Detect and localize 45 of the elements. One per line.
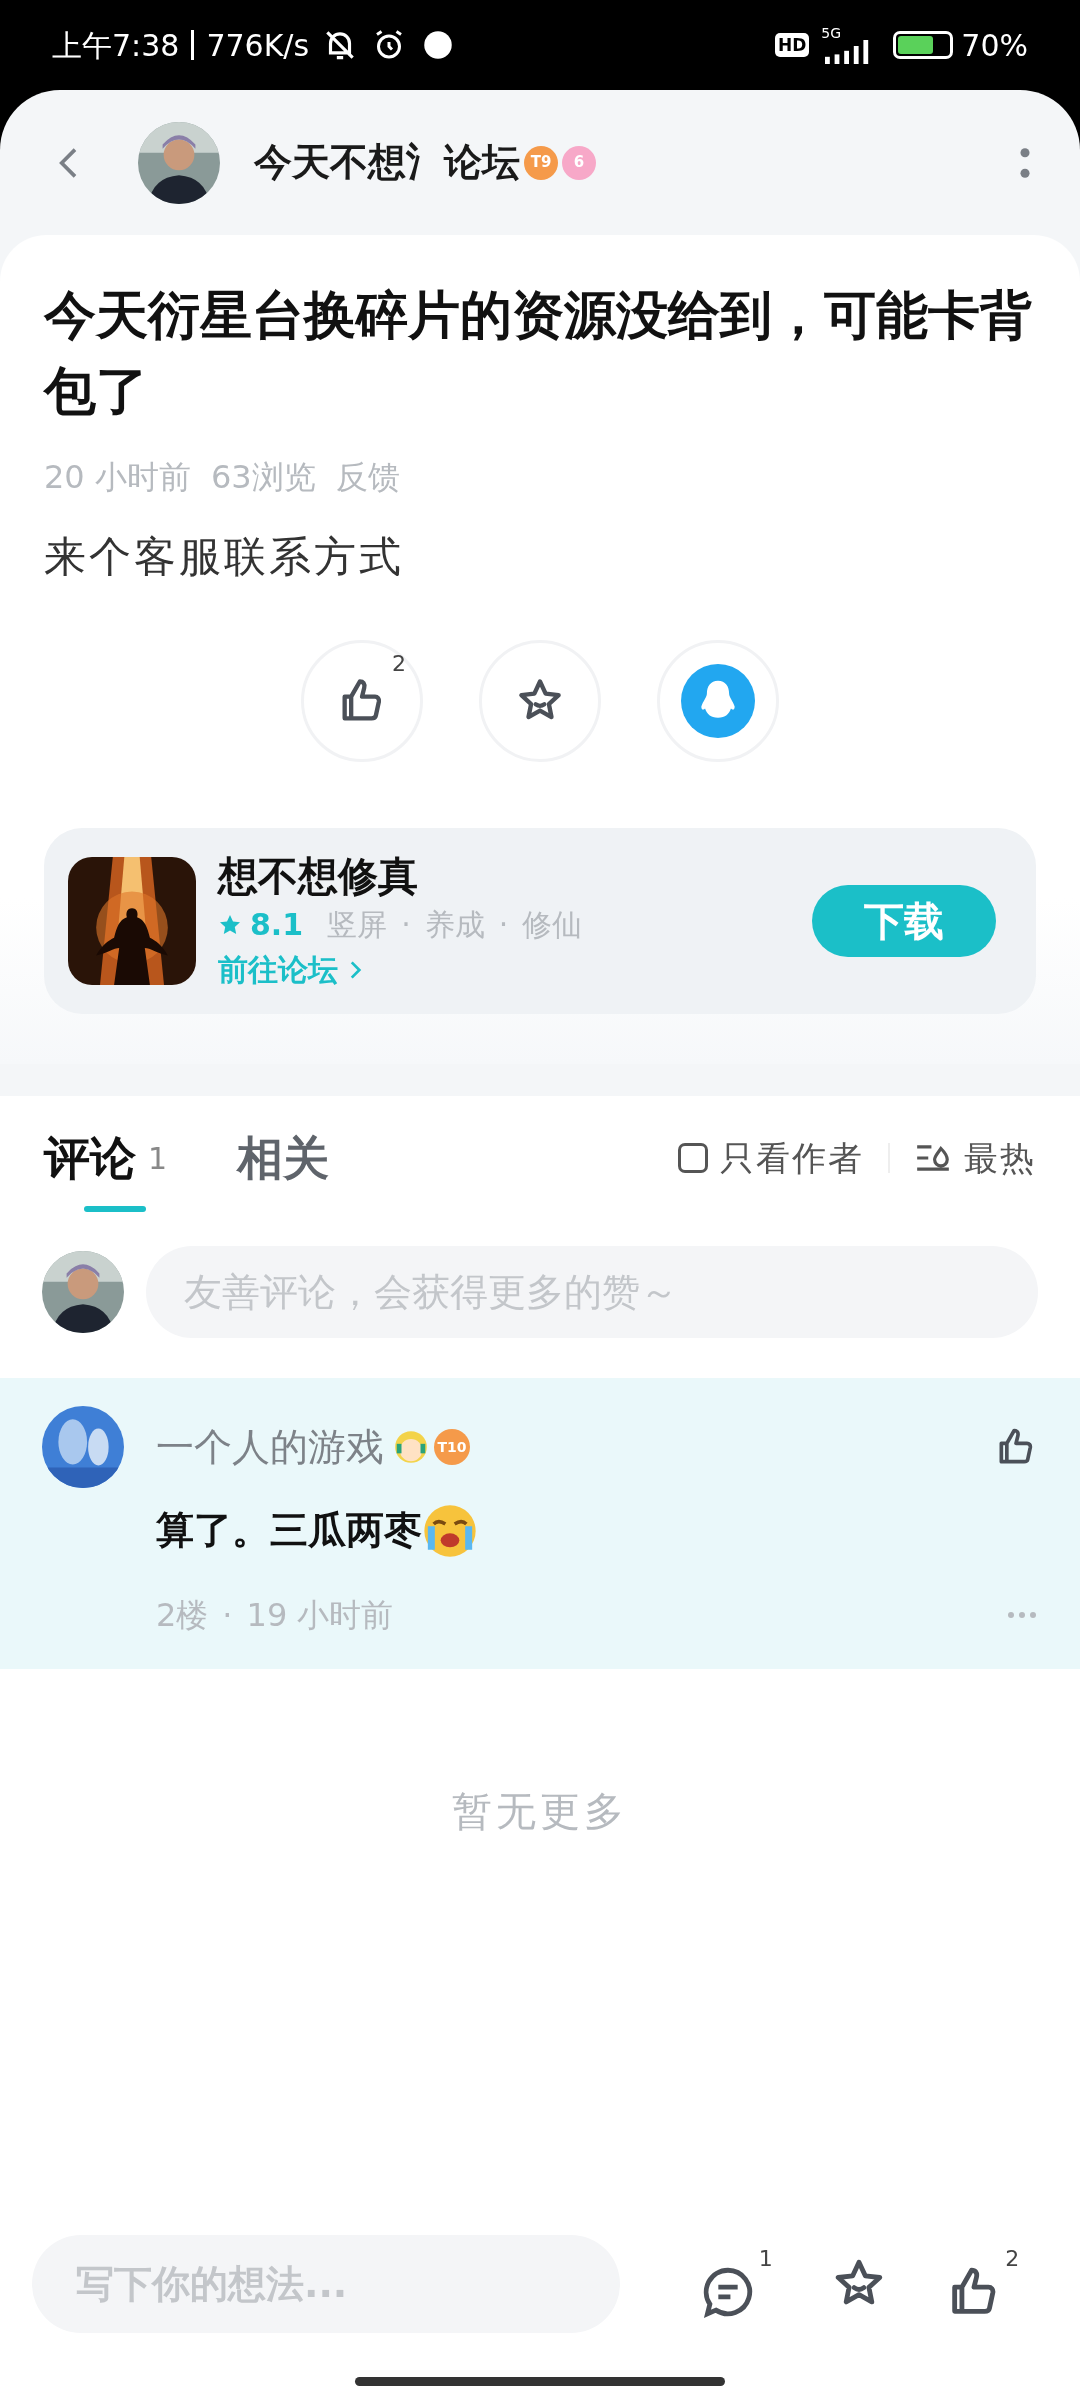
tag-separator: · xyxy=(401,906,411,944)
post-title: 今天衍星台换碎片的资源没给到，可能卡背包了 xyxy=(44,284,1033,423)
battery-icon xyxy=(893,31,954,59)
level-badge: T9 xyxy=(524,145,558,180)
app-name: 想不想修真 xyxy=(218,852,419,901)
level-badge: 6 xyxy=(562,145,596,180)
hd-badge: HD xyxy=(774,33,810,57)
post-body: 来个客服联系方式 xyxy=(44,531,405,583)
post-meta: 63浏览 xyxy=(210,457,316,498)
forum-title: 今天不想氵论坛 xyxy=(254,139,520,186)
level-badge: T10 xyxy=(434,1429,470,1465)
share-button[interactable] xyxy=(657,640,779,762)
like-count: 2 xyxy=(392,650,406,678)
penguin-icon xyxy=(681,664,755,738)
tab[interactable]: 相关 xyxy=(237,1096,330,1220)
app-tag: 竖屏 xyxy=(327,902,388,948)
crying-face-icon xyxy=(422,1502,478,1559)
like-count: 2 xyxy=(1005,2247,1020,2271)
favorite-button[interactable] xyxy=(479,640,601,762)
tab[interactable]: 评论 1 xyxy=(44,1096,168,1220)
comment-text: 算了。三瓜两枣 xyxy=(156,1507,422,1554)
app-tag: 养成 xyxy=(424,902,485,948)
comments-button[interactable]: 1 xyxy=(698,2247,773,2321)
meta-separator: · xyxy=(222,1595,233,1636)
battery-percent: 70% xyxy=(961,26,1028,65)
tag-separator: · xyxy=(498,906,509,944)
network-speed: 776K/s xyxy=(206,26,310,65)
sort-button[interactable]: 最热 xyxy=(914,1132,1036,1184)
more-icon[interactable] xyxy=(1020,145,1030,180)
app-tag: 修仙 xyxy=(522,902,583,948)
dot-icon xyxy=(423,30,454,60)
status-time: 上午7:38 xyxy=(52,26,180,65)
avatar-badge-icon xyxy=(392,1428,430,1466)
comment-username[interactable]: 一个人的游戏 xyxy=(156,1418,384,1476)
comment-time: 19 小时前 xyxy=(246,1595,394,1636)
star-icon xyxy=(218,913,242,937)
app-rating: 8.1 xyxy=(250,906,304,944)
end-of-list-text: 暂无更多 xyxy=(452,1787,628,1836)
network-type: 5G xyxy=(821,26,842,40)
post-meta: 20 小时前 xyxy=(44,457,191,498)
comment-floor: 2楼 xyxy=(156,1595,209,1636)
comment-count: 1 xyxy=(758,2247,773,2271)
author-only-checkbox[interactable]: 只看作者 xyxy=(678,1132,864,1184)
like-button[interactable]: 2 xyxy=(301,640,423,762)
like-button[interactable]: 2 xyxy=(945,2247,1020,2321)
